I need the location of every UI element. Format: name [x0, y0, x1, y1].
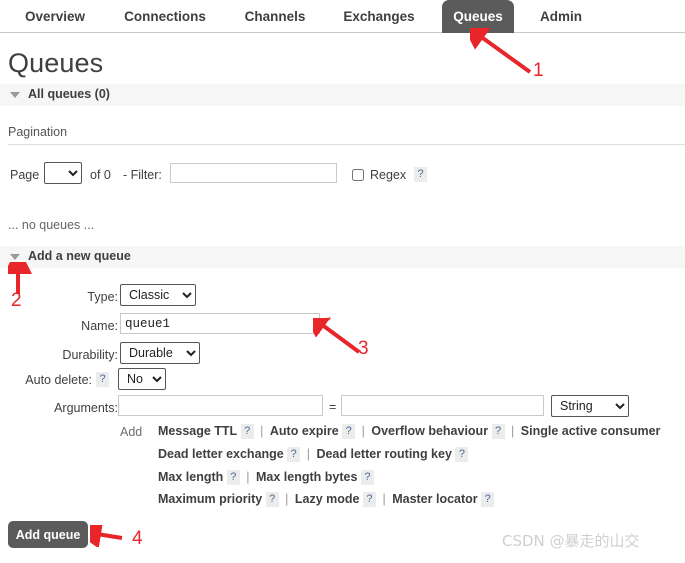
maximum-priority-help-icon[interactable]: ? — [265, 492, 279, 507]
all-queues-section-header[interactable]: All queues (0) — [0, 84, 685, 106]
dead-letter-routing-key-help-icon[interactable]: ? — [455, 447, 469, 462]
preset-max-length[interactable]: Max length — [158, 470, 223, 484]
pagination-label: Pagination — [8, 125, 68, 139]
preset-dead-letter-routing-key[interactable]: Dead letter routing key — [316, 447, 451, 461]
add-queue-button[interactable]: Add queue — [8, 521, 88, 548]
preset-max-length-bytes[interactable]: Max length bytes — [256, 470, 357, 484]
nav-tab-exchanges[interactable]: Exchanges — [332, 0, 426, 33]
add-argument-label: Add — [120, 425, 143, 439]
preset-single-active-consumer[interactable]: Single active consumer — [521, 424, 661, 438]
nav-tab-channels[interactable]: Channels — [236, 0, 314, 33]
regex-help-icon[interactable]: ? — [414, 167, 427, 182]
caret-down-icon — [10, 254, 20, 260]
nav-tab-connections[interactable]: Connections — [112, 0, 218, 33]
auto-delete-help-icon[interactable]: ? — [96, 372, 109, 387]
preset-lazy-mode[interactable]: Lazy mode — [295, 492, 360, 506]
durability-label: Durability: — [62, 348, 118, 362]
regex-checkbox[interactable] — [352, 169, 364, 181]
auto-expire-help-icon[interactable]: ? — [342, 424, 356, 439]
max-length-help-icon[interactable]: ? — [226, 470, 240, 485]
annotation-number-4: 4 — [132, 528, 143, 549]
preset-row-4: Maximum priority ? | Lazy mode ? | Maste… — [158, 492, 495, 507]
overflow-behaviour-help-icon[interactable]: ? — [491, 424, 505, 439]
type-label: Type: — [87, 290, 118, 304]
name-label: Name: — [81, 319, 118, 333]
separator: | — [511, 424, 515, 438]
preset-overflow-behaviour[interactable]: Overflow behaviour — [371, 424, 488, 438]
page-title: Queues — [8, 48, 104, 78]
regex-label: Regex — [370, 168, 407, 182]
preset-dead-letter-exchange[interactable]: Dead letter exchange — [158, 447, 284, 461]
preset-message-ttl[interactable]: Message TTL — [158, 424, 237, 438]
add-queue-header-label: Add a new queue — [28, 249, 131, 263]
lazy-mode-help-icon[interactable]: ? — [362, 492, 376, 507]
main-navigation-bar: Overview Connections Channels Exchanges … — [0, 0, 685, 33]
nav-tab-admin[interactable]: Admin — [532, 0, 590, 33]
nav-tab-queues[interactable]: Queues — [442, 0, 514, 33]
preset-row-2: Dead letter exchange ? | Dead letter rou… — [158, 447, 469, 462]
auto-delete-select[interactable]: No — [118, 368, 166, 390]
annotation-number-3: 3 — [358, 338, 369, 359]
filter-input[interactable] — [170, 163, 337, 183]
caret-down-icon — [10, 92, 20, 98]
page-label: Page — [10, 168, 40, 182]
preset-auto-expire[interactable]: Auto expire — [270, 424, 339, 438]
max-length-bytes-help-icon[interactable]: ? — [360, 470, 374, 485]
watermark: CSDN @暴走的山交 — [502, 532, 640, 550]
type-select[interactable]: Classic — [120, 284, 196, 306]
dead-letter-exchange-help-icon[interactable]: ? — [287, 447, 301, 462]
pagination-divider — [8, 144, 685, 145]
preset-row-3: Max length ? | Max length bytes ? — [158, 470, 374, 485]
auto-delete-label: Auto delete: — [25, 373, 92, 387]
durability-select[interactable]: Durable — [120, 342, 200, 364]
separator: | — [361, 424, 365, 438]
preset-row-1: Message TTL ? | Auto expire ? | Overflow… — [158, 424, 660, 439]
arguments-equals-sign: = — [329, 400, 337, 414]
no-queues-message: ... no queues ... — [8, 218, 95, 232]
annotation-number-2: 2 — [11, 290, 22, 311]
preset-master-locator[interactable]: Master locator — [392, 492, 477, 506]
filter-label: - Filter: — [123, 168, 162, 182]
separator: | — [382, 492, 386, 506]
argument-key-input[interactable] — [118, 395, 323, 416]
name-input[interactable] — [120, 313, 320, 334]
all-queues-header-label: All queues (0) — [28, 87, 110, 101]
message-ttl-help-icon[interactable]: ? — [240, 424, 254, 439]
page-select[interactable] — [44, 162, 82, 184]
argument-value-input[interactable] — [341, 395, 544, 416]
master-locator-help-icon[interactable]: ? — [481, 492, 495, 507]
name-required-marker: * — [327, 315, 332, 327]
arguments-label: Arguments: — [54, 401, 118, 415]
separator: | — [246, 470, 250, 484]
nav-tab-overview[interactable]: Overview — [16, 0, 94, 33]
separator: | — [285, 492, 289, 506]
separator: | — [260, 424, 264, 438]
argument-type-select[interactable]: String — [551, 395, 629, 417]
preset-maximum-priority[interactable]: Maximum priority — [158, 492, 262, 506]
add-queue-section-header[interactable]: Add a new queue — [0, 246, 685, 268]
page-count-label: of 0 — [90, 168, 111, 182]
annotation-arrow-1 — [470, 28, 532, 74]
annotation-number-1: 1 — [533, 60, 544, 81]
separator: | — [306, 447, 310, 461]
